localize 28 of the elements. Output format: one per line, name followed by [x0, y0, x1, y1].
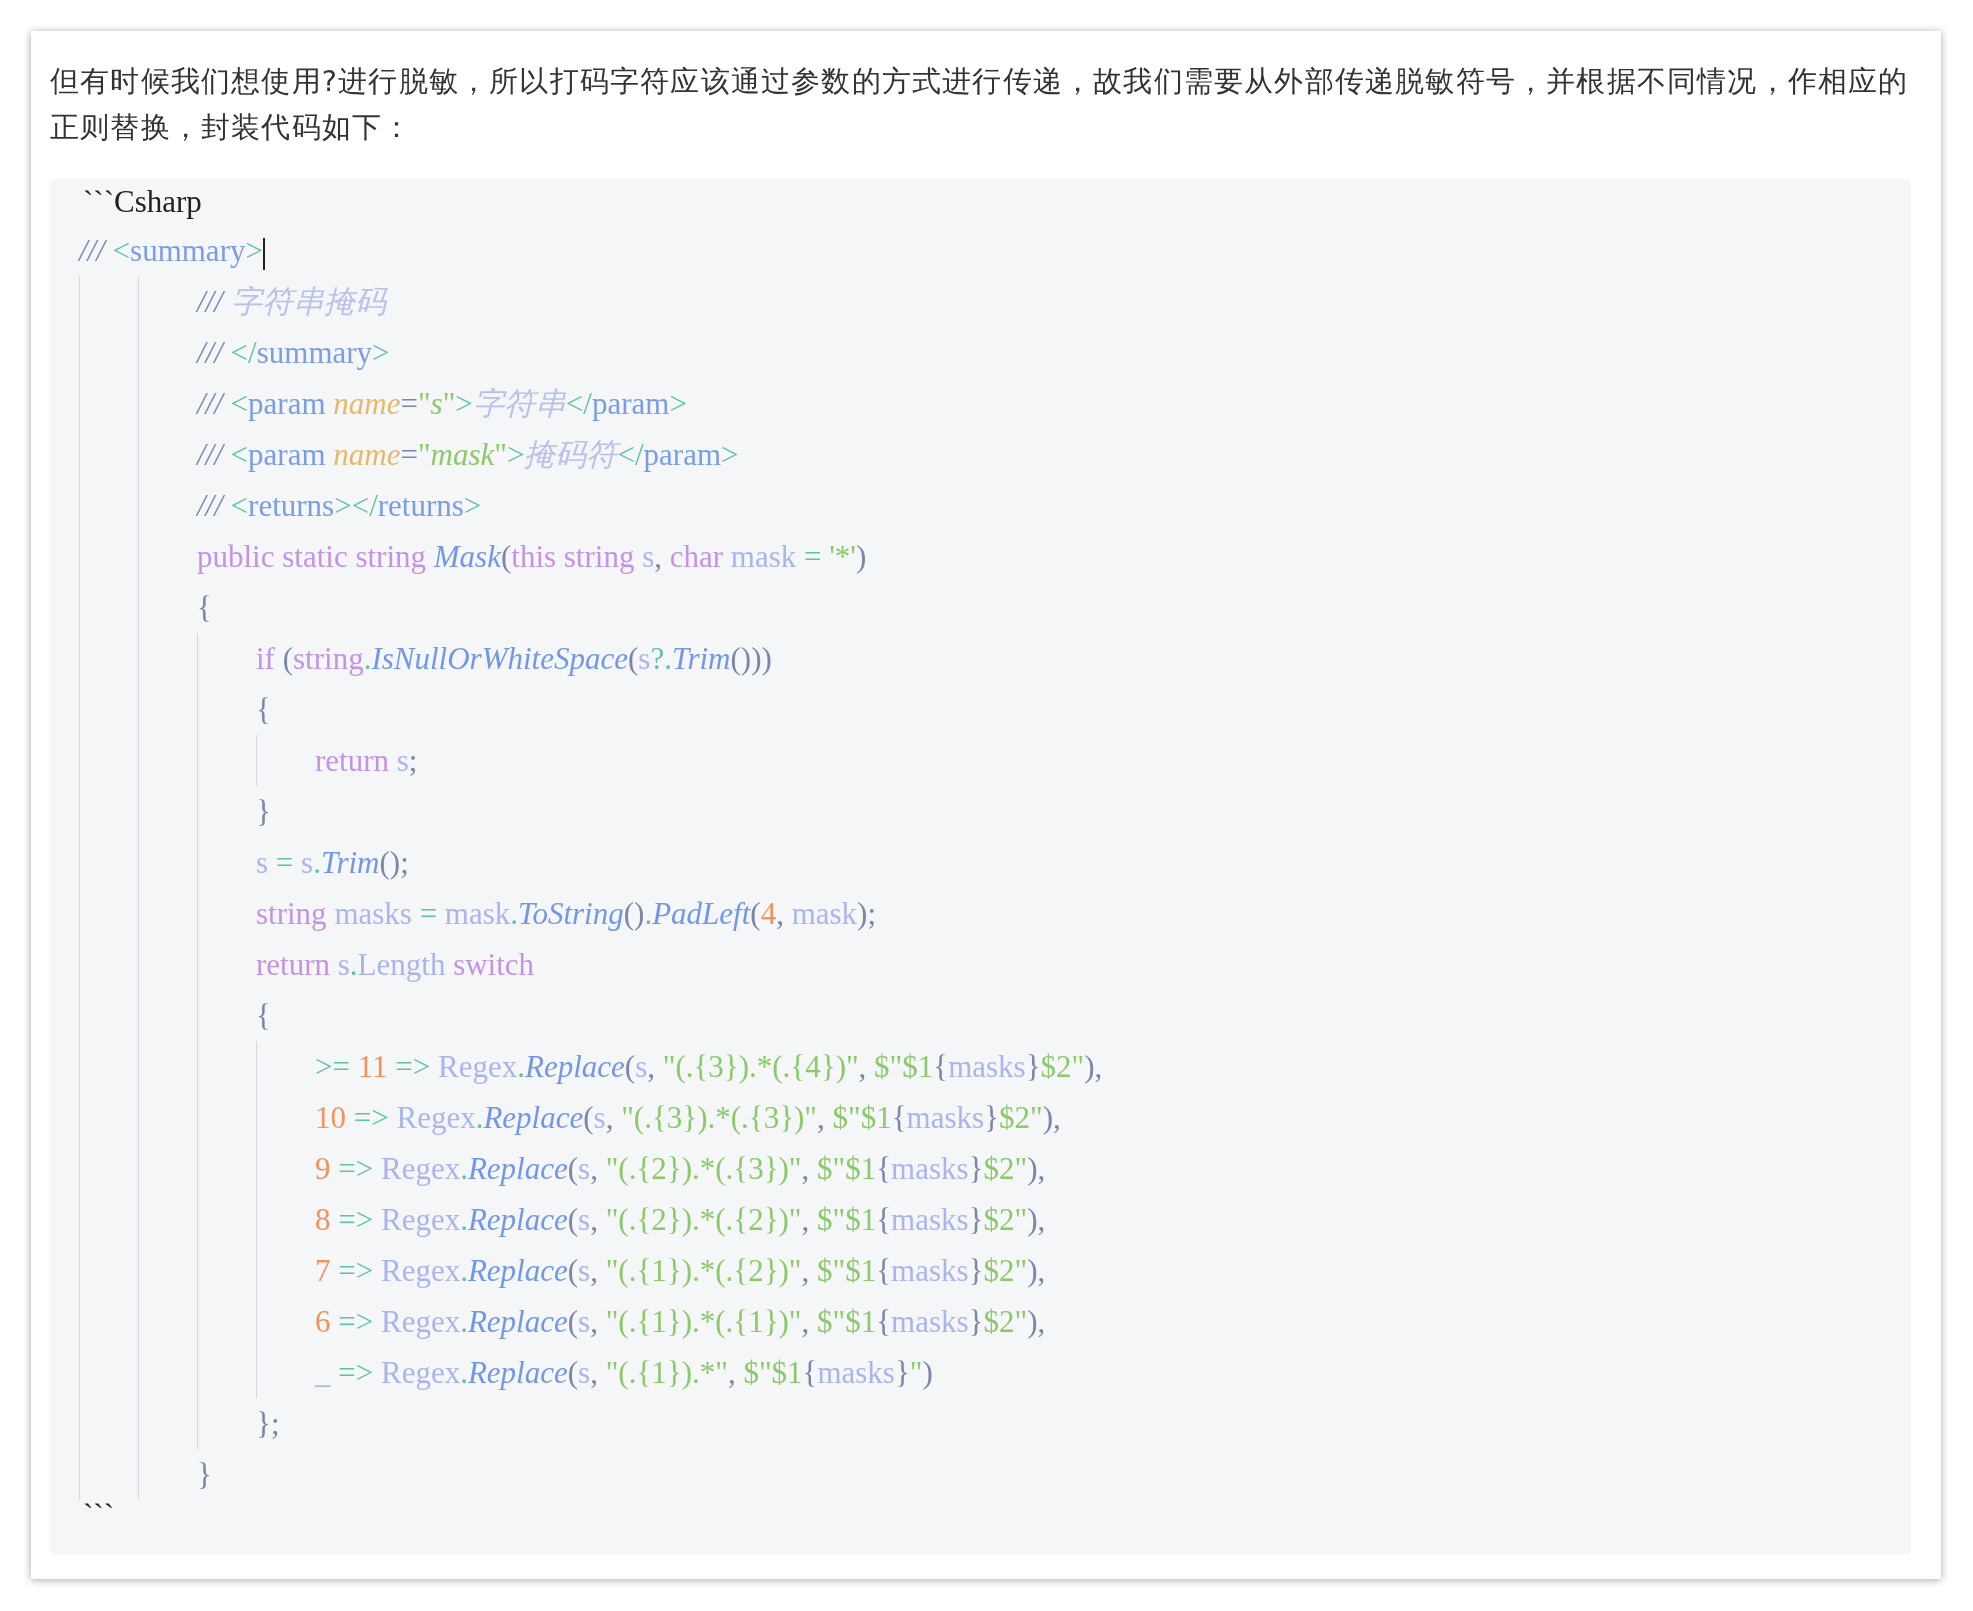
- code-line: /// <param name="s">字符串</param>: [197, 385, 687, 423]
- code-line: return s;: [315, 742, 418, 780]
- code-fence: ```: [82, 1500, 115, 1530]
- code-line: {: [256, 691, 271, 729]
- code-line: public static string Mask(this string s, char mask = '*'): [197, 538, 867, 576]
- code-line: /// <summary>: [79, 232, 265, 272]
- code-line: string masks = mask.ToString().PadLeft(4, mask);: [256, 895, 876, 933]
- code-line: 9 => Regex.Replace(s, "(.{2}).*(.{3})", $"$1{masks}$2"),: [315, 1150, 1046, 1188]
- code-line: /// <param name="mask">掩码符</param>: [197, 436, 739, 474]
- code-fence: ```Csharp: [82, 183, 203, 221]
- code-line: /// <returns></returns>: [197, 487, 482, 525]
- code-line: {: [256, 997, 271, 1035]
- code-line: }: [256, 793, 271, 831]
- code-line: 7 => Regex.Replace(s, "(.{1}).*(.{2})", $"$1{masks}$2"),: [315, 1252, 1046, 1290]
- code-line: 6 => Regex.Replace(s, "(.{1}).*(.{1})", $"$1{masks}$2"),: [315, 1303, 1046, 1341]
- code-line: /// 字符串掩码: [197, 283, 386, 321]
- code-line: 8 => Regex.Replace(s, "(.{2}).*(.{2})", $"$1{masks}$2"),: [315, 1201, 1046, 1239]
- code-line: return s.Length switch: [256, 946, 535, 984]
- code-line: s = s.Trim();: [256, 844, 409, 882]
- code-line: 10 => Regex.Replace(s, "(.{3}).*(.{3})", $"$1{masks}$2"),: [315, 1099, 1061, 1137]
- code-line: /// </summary>: [197, 334, 390, 372]
- code-line: };: [256, 1405, 280, 1443]
- code-line: {: [197, 589, 212, 627]
- paragraph: 但有时候我们想使用?进行脱敏，所以打码字符应该通过参数的方式进行传递，故我们需要从外部传递脱敏符号，并根据不同情况，作相应的正则替换，封装代码如下：: [50, 64, 1910, 146]
- code-line: _ => Regex.Replace(s, "(.{1}).*", $"$1{masks}"): [315, 1354, 933, 1392]
- code-line: }: [197, 1456, 212, 1494]
- code-line: if (string.IsNullOrWhiteSpace(s?.Trim())): [256, 640, 772, 678]
- code-line: >= 11 => Regex.Replace(s, "(.{3}).*(.{4})", $"$1{masks}$2"),: [315, 1048, 1103, 1086]
